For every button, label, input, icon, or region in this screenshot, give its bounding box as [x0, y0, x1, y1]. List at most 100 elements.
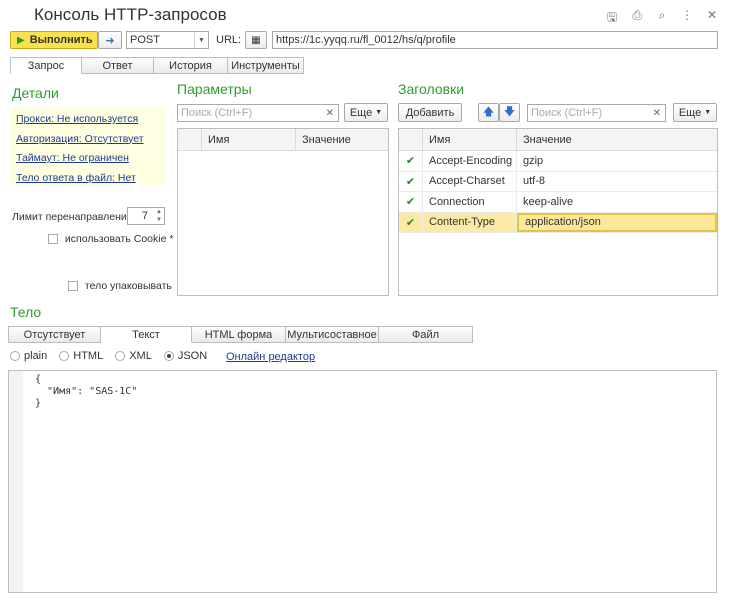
preview-icon[interactable]: ⌕ [656, 8, 668, 29]
radio-json-label: JSON [177, 350, 208, 362]
url-input[interactable]: https://1c.yyqq.ru/fl_0012/hs/q/profile [272, 31, 718, 49]
play-icon: ▶ [17, 34, 25, 46]
header-name: Accept-Charset [423, 171, 517, 191]
run-next-button[interactable]: ➜ [98, 31, 122, 49]
proxy-link[interactable]: Прокси: Не используется [16, 110, 160, 130]
tab-response[interactable]: Ответ [82, 57, 154, 74]
params-search-placeholder: Поиск (Ctrl+F) [181, 107, 253, 119]
headers-table: Имя Значение ✔ Accept-Encoding gzip ✔ Ac… [398, 128, 718, 296]
url-picker-button[interactable]: ▦ [245, 31, 267, 49]
radio-html-label: HTML [73, 350, 104, 362]
radio-xml-label: XML [129, 350, 152, 362]
radio-html[interactable] [59, 351, 70, 361]
params-col-check [178, 129, 202, 150]
main-tabs: Запрос Ответ История Инструменты [10, 57, 304, 74]
chevron-down-icon: ▼ [375, 109, 383, 116]
headers-more-button[interactable]: Еще ▼ [673, 103, 717, 122]
tab-body-html-form[interactable]: HTML форма [192, 326, 286, 343]
add-header-button[interactable]: Добавить [398, 103, 462, 122]
header-name: Content-Type [423, 212, 517, 232]
params-search-input[interactable]: Поиск (Ctrl+F) ✕ [177, 104, 339, 122]
body-tabs: Отсутствует Текст HTML форма Мультисоста… [8, 326, 473, 343]
arrow-right-icon: ➜ [105, 34, 115, 47]
arrow-up-icon: 🡅 [482, 106, 495, 118]
details-box: Прокси: Не используется Авторизация: Отс… [10, 107, 166, 185]
tab-body-file[interactable]: Файл [379, 326, 473, 343]
tab-body-multipart[interactable]: Мультисоставное [286, 326, 379, 343]
headers-col-name: Имя [423, 129, 517, 150]
header-name: Accept-Encoding [423, 151, 517, 171]
details-title: Детали [12, 85, 59, 101]
table-row[interactable]: ✔ Accept-Charset utf-8 [399, 171, 717, 192]
cookie-label: использовать Cookie * [64, 233, 174, 245]
format-radio-group: plain HTML XML JSON [10, 350, 207, 362]
table-row[interactable]: ✔ Connection keep-alive [399, 192, 717, 213]
header-name: Connection [423, 192, 517, 212]
run-button-label: Выполнить [29, 34, 93, 46]
header-value[interactable]: application/json [517, 212, 717, 232]
tab-tools[interactable]: Инструменты [228, 57, 304, 74]
clear-icon[interactable]: ✕ [326, 108, 334, 119]
close-icon[interactable]: ✕ [706, 8, 718, 29]
redirect-limit-value: 7 [141, 210, 148, 222]
chevron-down-icon: ▼ [194, 32, 208, 48]
headers-col-value: Значение [523, 133, 572, 146]
stepper-icon[interactable]: ▲ ▼ [154, 208, 164, 224]
tab-body-text[interactable]: Текст [101, 326, 192, 343]
check-icon[interactable]: ✔ [399, 212, 423, 232]
table-row[interactable]: ✔ Accept-Encoding gzip [399, 151, 717, 172]
window-title: Консоль HTTP-запросов [34, 5, 227, 24]
run-button[interactable]: ▶ Выполнить [10, 31, 98, 49]
params-col-value: Значение [302, 133, 351, 146]
cookie-checkbox[interactable] [48, 234, 58, 245]
move-up-button[interactable]: 🡅 [478, 103, 499, 122]
tab-body-none[interactable]: Отсутствует [8, 326, 101, 343]
headers-title: Заголовки [398, 81, 465, 97]
body-to-file-link[interactable]: Тело ответа в файл: Нет [16, 169, 160, 189]
body-editor[interactable]: { "Имя": "SAS-1C" } [8, 370, 717, 593]
params-table: Имя Значение [177, 128, 389, 296]
headers-search-placeholder: Поиск (Ctrl+F) [531, 107, 603, 119]
redirect-limit-label: Лимит перенаправлений: [12, 211, 136, 223]
picker-icon: ▦ [251, 34, 261, 46]
headers-col-check [399, 129, 423, 150]
header-value: gzip [523, 154, 544, 167]
headers-table-header: Имя Значение [399, 129, 717, 151]
auth-link[interactable]: Авторизация: Отсутствует [16, 130, 160, 150]
chevron-down-icon: ▼ [704, 109, 712, 116]
header-value: utf-8 [523, 175, 546, 188]
radio-json[interactable] [163, 351, 174, 361]
arrow-down-icon: 🡇 [503, 106, 516, 118]
url-label: URL: [216, 34, 242, 46]
check-icon[interactable]: ✔ [399, 192, 423, 212]
clear-icon[interactable]: ✕ [653, 108, 661, 119]
headers-more-label: Еще [678, 106, 702, 119]
move-down-button[interactable]: 🡇 [499, 103, 520, 122]
more-icon[interactable]: ⋮ [681, 8, 693, 29]
save-icon[interactable]: 🖫 [606, 8, 618, 29]
online-editor-link[interactable]: Онлайн редактор [226, 351, 315, 363]
check-icon[interactable]: ✔ [399, 151, 423, 171]
tab-history[interactable]: История [154, 57, 228, 74]
header-value: keep-alive [523, 195, 574, 208]
method-select[interactable]: POST ▼ [126, 31, 209, 49]
check-icon[interactable]: ✔ [399, 171, 423, 191]
pack-option[interactable]: тело упаковывать [68, 280, 172, 292]
params-table-header: Имя Значение [178, 129, 388, 151]
body-title: Тело [10, 304, 42, 320]
method-value: POST [130, 34, 160, 46]
radio-plain[interactable] [10, 351, 20, 361]
headers-search-input[interactable]: Поиск (Ctrl+F) ✕ [527, 104, 666, 122]
tab-request[interactable]: Запрос [10, 57, 82, 74]
radio-xml[interactable] [115, 351, 126, 361]
table-row[interactable]: ✔ Content-Type application/json [399, 212, 717, 233]
cookie-option[interactable]: использовать Cookie * [48, 233, 173, 245]
pack-label: тело упаковывать [84, 280, 172, 292]
window-controls: 🖫 ⎙ ⌕ ⋮ ✕ [606, 8, 718, 29]
print-icon[interactable]: ⎙ [631, 8, 643, 29]
params-more-button[interactable]: Еще ▼ [344, 103, 388, 122]
radio-plain-label: plain [24, 350, 48, 362]
timeout-link[interactable]: Таймаут: Не ограничен [16, 149, 160, 169]
pack-checkbox[interactable] [68, 281, 78, 292]
body-content: { "Имя": "SAS-1C" } [35, 374, 138, 409]
